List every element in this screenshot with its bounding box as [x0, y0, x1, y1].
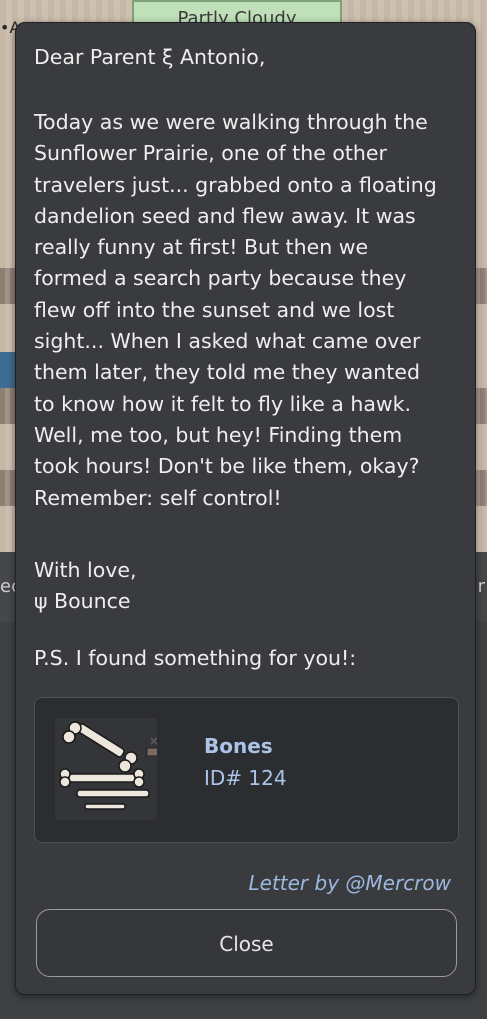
bones-icon — [55, 718, 162, 820]
letter-greeting: Dear Parent ξ Antonio, — [34, 45, 266, 69]
item-name: Bones — [204, 734, 273, 758]
gift-item-card[interactable]: Bones ID# 124 — [34, 697, 459, 843]
letter-line: dandelion seed and flew away. It was — [34, 203, 416, 228]
letter-line: formed a search party because they — [34, 266, 407, 291]
letter-line: sight... When I asked what came over — [34, 329, 421, 354]
letter-line: really funny at first! But then we — [34, 235, 369, 260]
letter-credit: Letter by @Mercrow — [248, 871, 452, 895]
letter-closing: With love, ψ Bounce — [34, 555, 457, 618]
item-id: ID# 124 — [204, 766, 287, 790]
letter-line: to know how it felt to fly like a hawk. — [34, 391, 412, 416]
letter-body: Today as we were walking through the Sun… — [34, 107, 457, 514]
letter-line: travelers just... grabbed onto a floatin… — [34, 172, 437, 197]
letter-line: Remember: self control! — [34, 485, 282, 510]
closing-line: With love, — [34, 558, 137, 582]
signature: ψ Bounce — [34, 589, 131, 614]
background-bar-fragment-right: r — [477, 576, 485, 597]
letter-line: Today as we were walking through the — [34, 110, 428, 134]
letter-line: flew off into the sunset and we lost — [34, 297, 395, 322]
close-button[interactable]: Close — [36, 909, 457, 977]
letter-line: Well, me too, but hey! Finding them — [34, 422, 403, 447]
letter-line: Sunflower Prairie, one of the other — [34, 141, 387, 166]
letter-ps: P.S. I found something for you!: — [34, 646, 357, 670]
letter-line: took hours! Don't be like them, okay? — [34, 454, 420, 479]
letter-modal: Dear Parent ξ Antonio, Today as we were … — [15, 22, 476, 995]
letter-line: them later, they told me they wanted — [34, 360, 420, 385]
